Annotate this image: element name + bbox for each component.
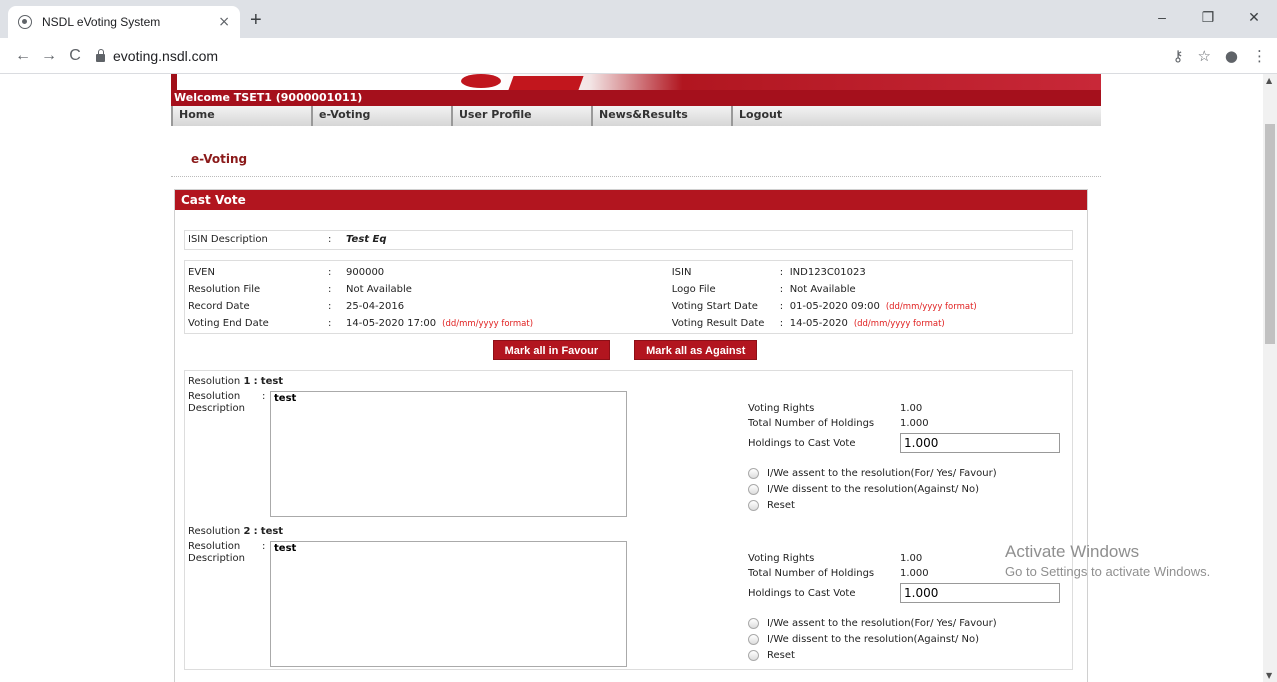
assent-radio[interactable]: I/We assent to the resolution(For/ Yes/ … <box>748 615 997 631</box>
detail-value: Not Available <box>789 284 856 295</box>
total-holdings-value: 1.000 <box>900 568 929 579</box>
forward-icon[interactable]: → <box>36 47 62 65</box>
restore-icon[interactable]: ❐ <box>1185 0 1231 38</box>
voting-rights-value: 1.00 <box>900 403 923 414</box>
reset-radio[interactable]: Reset <box>748 497 997 513</box>
url-text: evoting.nsdl.com <box>113 47 219 64</box>
detail-label: Voting Start Date <box>671 301 758 312</box>
detail-value: 14-05-2020 17:00 <box>346 318 437 329</box>
globe-icon <box>18 15 32 29</box>
welcome-bar: Welcome TSET1 (9000001011) <box>171 90 1101 106</box>
tab-title: NSDL eVoting System <box>42 15 161 29</box>
tab-close-icon[interactable]: × <box>218 14 230 30</box>
detail-label: Resolution File <box>188 284 261 295</box>
detail-value: Not Available <box>346 284 412 295</box>
detail-label: EVEN <box>188 267 215 278</box>
detail-value: 25-04-2016 <box>346 301 405 312</box>
header-banner <box>171 74 1101 90</box>
detail-value: 14-05-2020 <box>789 318 848 329</box>
resolution-title: Resolution 1 : test <box>188 376 284 387</box>
address-bar-actions: ⚷ ☆ ● ⋮ <box>1172 47 1267 65</box>
reset-radio[interactable]: Reset <box>748 647 997 663</box>
lock-icon <box>96 48 105 62</box>
detail-label: Voting End Date <box>188 318 269 329</box>
radio-icon[interactable] <box>748 483 759 495</box>
detail-label: Voting Result Date <box>671 318 765 329</box>
radio-icon[interactable] <box>748 467 759 479</box>
windows-activation-watermark: Activate Windows Go to Settings to activ… <box>1005 542 1211 579</box>
scroll-up-icon[interactable]: ▲ <box>1266 76 1272 85</box>
window-controls: – ❐ ✕ <box>1139 0 1277 38</box>
vote-options: I/We assent to the resolution(For/ Yes/ … <box>748 465 997 513</box>
main-menu: Home e-Voting User Profile News&Results … <box>171 106 1101 126</box>
date-format-hint: (dd/mm/yyyy format) <box>442 319 534 329</box>
resolution-title: Resolution 2 : test <box>188 526 284 537</box>
url-field[interactable]: evoting.nsdl.com <box>96 48 218 64</box>
minimize-icon[interactable]: – <box>1139 0 1185 38</box>
event-details: EVEN:900000 Resolution File: Not Availabl… <box>184 260 1073 334</box>
mark-all-favour-button[interactable]: Mark all in Favour <box>492 340 611 360</box>
divider <box>171 176 1101 177</box>
page-scrollbar[interactable]: ▲ ▼ <box>1263 74 1277 682</box>
menu-item-user-profile[interactable]: User Profile <box>451 106 591 126</box>
detail-label: Logo File <box>671 284 716 295</box>
menu-item-news-results[interactable]: News&Results <box>591 106 731 126</box>
dissent-radio[interactable]: I/We dissent to the resolution(Against/ … <box>748 631 997 647</box>
radio-icon[interactable] <box>748 617 759 629</box>
resolution-description-textarea[interactable]: test <box>270 541 627 667</box>
resolution-item: Resolution 2 : test Resolution Descripti… <box>188 525 1069 675</box>
detail-label: Record Date <box>188 301 250 312</box>
detail-label: ISIN <box>671 267 692 278</box>
assent-radio[interactable]: I/We assent to the resolution(For/ Yes/ … <box>748 465 997 481</box>
radio-icon[interactable] <box>748 499 759 511</box>
holdings-to-cast-input[interactable] <box>900 433 1060 453</box>
menu-item-home[interactable]: Home <box>171 106 311 126</box>
address-bar: ← → C evoting.nsdl.com ⚷ ☆ ● ⋮ <box>0 38 1277 74</box>
detail-value: IND123C01023 <box>789 267 866 278</box>
resolutions-list: Resolution 1 : test Resolution Descripti… <box>184 370 1073 670</box>
back-icon[interactable]: ← <box>10 47 36 65</box>
cast-vote-heading: Cast Vote <box>175 190 1087 210</box>
details-left: EVEN:900000 Resolution File: Not Availabl… <box>188 264 672 330</box>
close-window-icon[interactable]: ✕ <box>1231 0 1277 38</box>
isin-description-value: Test Eq <box>346 234 387 245</box>
radio-icon[interactable] <box>748 633 759 645</box>
detail-value: 01-05-2020 09:00 <box>789 301 880 312</box>
total-holdings-value: 1.000 <box>900 418 929 429</box>
menu-icon[interactable]: ⋮ <box>1252 47 1267 65</box>
resolution-item: Resolution 1 : test Resolution Descripti… <box>188 375 1069 525</box>
detail-value: 900000 <box>346 267 385 278</box>
browser-tab-bar: NSDL eVoting System × + – ❐ ✕ <box>0 0 1277 38</box>
resolution-description-label: Resolution Description <box>188 391 245 414</box>
page-viewport: Welcome TSET1 (9000001011) Home e-Voting… <box>0 74 1277 682</box>
scrollbar-thumb[interactable] <box>1265 124 1275 344</box>
new-tab-icon[interactable]: + <box>250 9 262 32</box>
star-icon[interactable]: ☆ <box>1197 47 1210 65</box>
reload-icon[interactable]: C <box>62 47 88 65</box>
details-right: ISIN: IND123C01023 Logo File: Not Availabl… <box>672 264 1069 330</box>
voting-info: Voting Rights 1.00 Total Number of Holdin… <box>748 401 1078 453</box>
date-format-hint: (dd/mm/yyyy format) <box>885 302 977 312</box>
cast-vote-panel: Cast Vote ISIN Description: Test Eq EVEN:… <box>174 189 1088 682</box>
menu-item-e-voting[interactable]: e-Voting <box>311 106 451 126</box>
browser-tab[interactable]: NSDL eVoting System × <box>8 6 240 38</box>
scroll-down-icon[interactable]: ▼ <box>1266 671 1272 680</box>
dissent-radio[interactable]: I/We dissent to the resolution(Against/ … <box>748 481 997 497</box>
vote-options: I/We assent to the resolution(For/ Yes/ … <box>748 615 997 663</box>
holdings-to-cast-input[interactable] <box>900 583 1060 603</box>
isin-description-label: ISIN Description <box>188 234 268 245</box>
resolution-description-label: Resolution Description <box>188 541 245 564</box>
mark-all-against-button[interactable]: Mark all as Against <box>634 340 758 360</box>
date-format-hint: (dd/mm/yyyy format) <box>853 319 945 329</box>
menu-item-logout[interactable]: Logout <box>731 106 871 126</box>
page-content: Welcome TSET1 (9000001011) Home e-Voting… <box>171 74 1101 682</box>
radio-icon[interactable] <box>748 649 759 661</box>
resolution-description-textarea[interactable]: test <box>270 391 627 517</box>
voting-rights-value: 1.00 <box>900 553 923 564</box>
page-title: e-Voting <box>191 152 248 166</box>
key-icon[interactable]: ⚷ <box>1172 47 1183 65</box>
account-icon[interactable]: ● <box>1225 47 1238 65</box>
bulk-actions: Mark all in Favour Mark all as Against <box>175 340 1087 360</box>
isin-description-row: ISIN Description: Test Eq <box>184 230 1073 250</box>
